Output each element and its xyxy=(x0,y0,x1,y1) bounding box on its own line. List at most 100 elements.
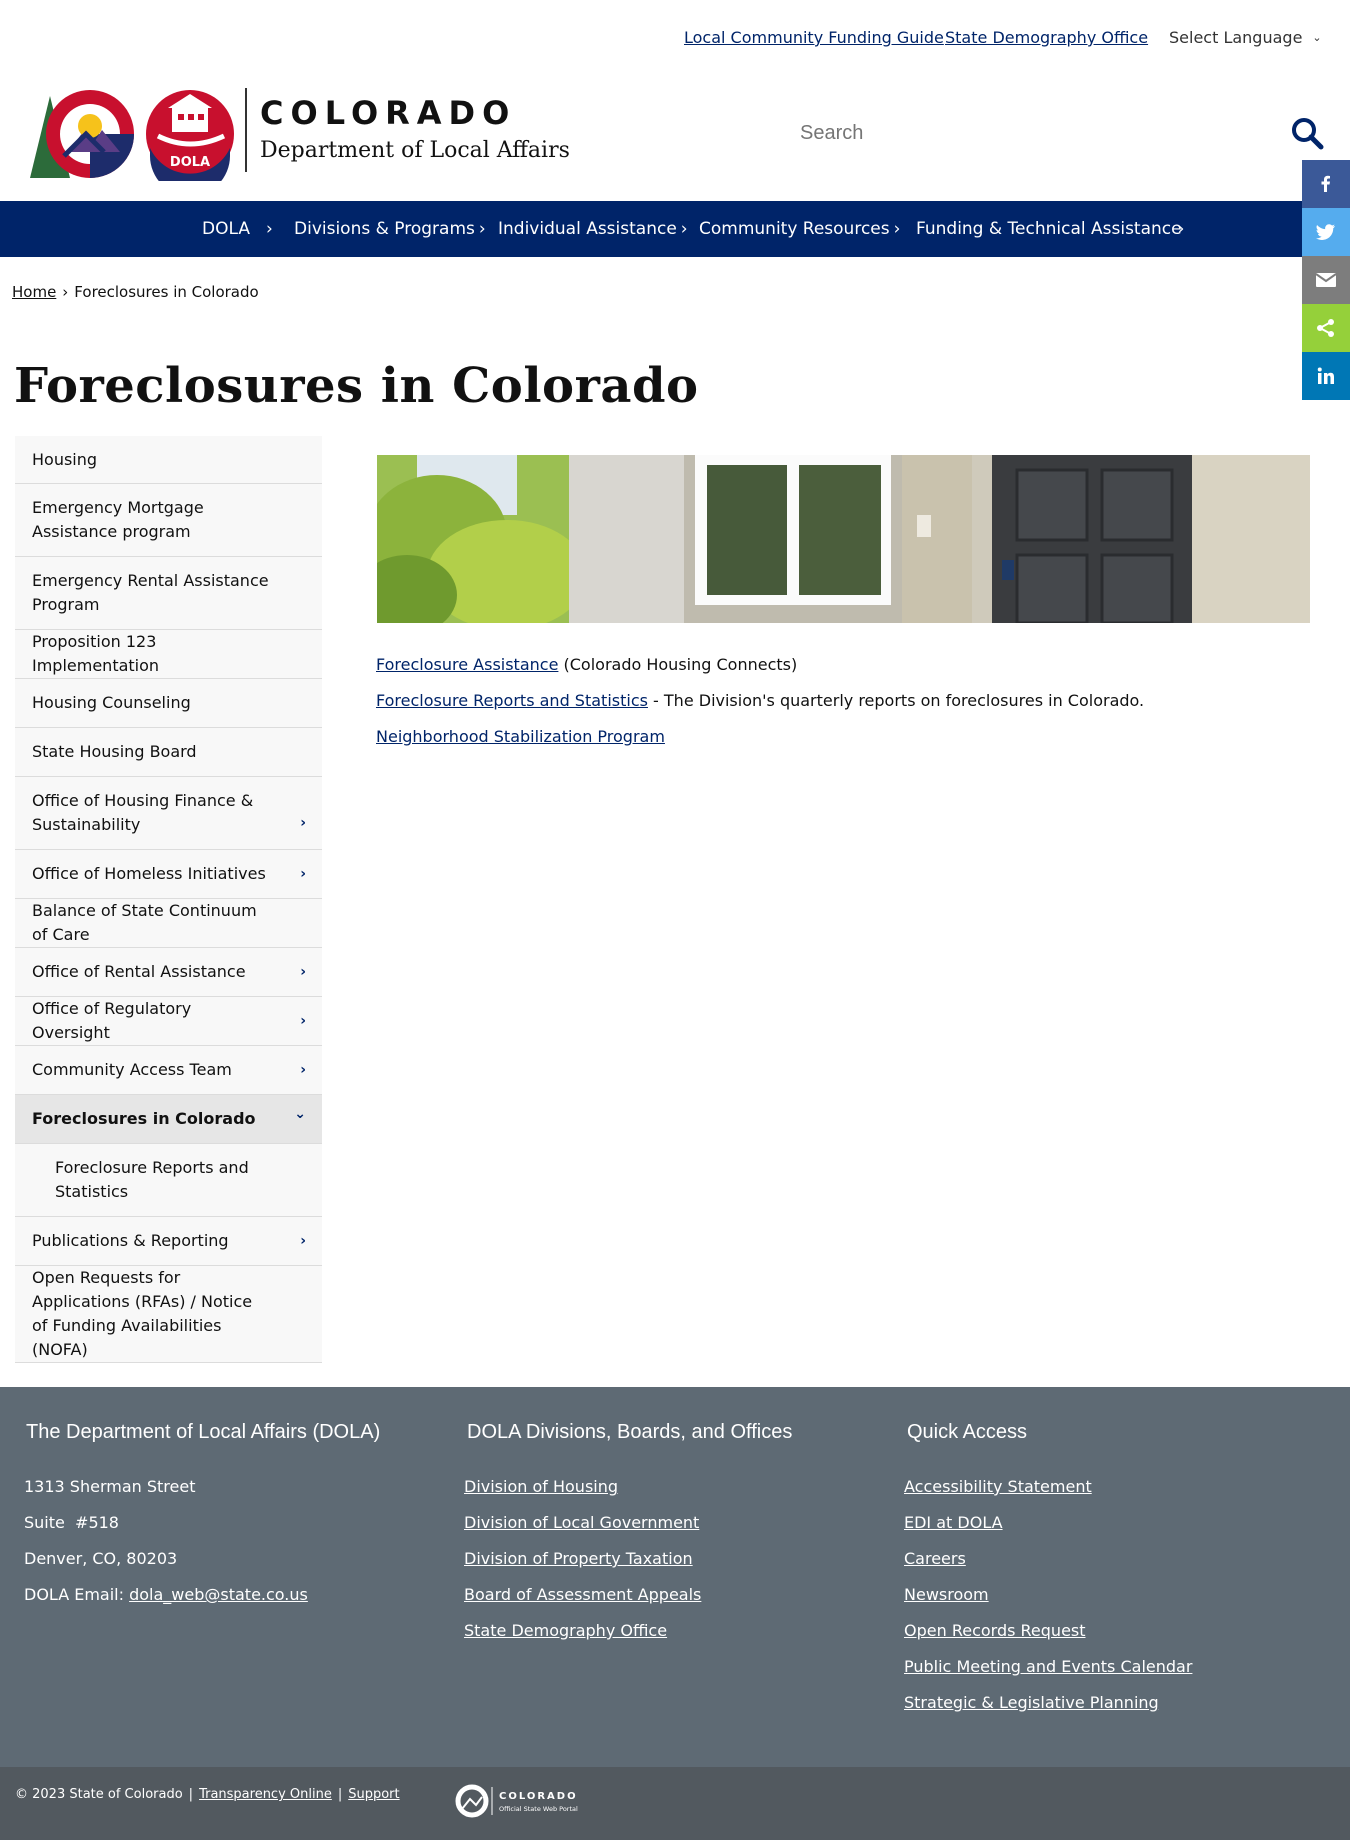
search-icon[interactable] xyxy=(1290,116,1324,150)
footer-link-edi[interactable]: EDI at DOLA xyxy=(904,1513,1003,1532)
search-input[interactable] xyxy=(800,110,1280,156)
local-community-funding-guide-link[interactable]: Local Community Funding Guide xyxy=(684,28,944,47)
sidebar-item-label: Balance of State Continuum of Care xyxy=(32,901,257,944)
footer-email-link[interactable]: dola_web@state.co.us xyxy=(129,1585,308,1604)
chevron-right-icon[interactable]: › xyxy=(300,1058,306,1082)
sidebar-item-label: State Housing Board xyxy=(32,742,197,761)
foreclosure-reports-link[interactable]: Foreclosure Reports and Statistics xyxy=(376,691,648,710)
facebook-share-button[interactable] xyxy=(1302,160,1350,208)
footer-address-line2: Suite #518 xyxy=(24,1513,119,1532)
chevron-right-icon: › xyxy=(265,219,273,239)
footer-col1-title: The Department of Local Affairs (DOLA) xyxy=(26,1421,381,1443)
sidebar-item-label: Office of Regulatory Oversight xyxy=(32,999,192,1042)
sidebar-item-label: Community Access Team xyxy=(32,1060,232,1079)
footer-link-strategic-planning[interactable]: Strategic & Legislative Planning xyxy=(904,1693,1159,1712)
support-link[interactable]: Support xyxy=(348,1787,399,1802)
nav-item-community-resources[interactable]: Community Resources › xyxy=(699,219,900,239)
sidebar-item-community-access-team[interactable]: Community Access Team › xyxy=(15,1046,322,1095)
sidebar-item-label: Housing xyxy=(32,449,98,469)
footer-link-newsroom[interactable]: Newsroom xyxy=(904,1585,989,1604)
house-front-door-image xyxy=(377,455,1310,623)
chevron-down-icon[interactable]: ⌄ xyxy=(294,1102,306,1126)
sidebar-item-emergency-rental[interactable]: Emergency Rental Assistance Program xyxy=(15,557,322,630)
sidebar-item-open-requests[interactable]: Open Requests for Applications (RFAs) / … xyxy=(15,1266,322,1363)
chevron-right-icon[interactable]: › xyxy=(300,811,306,835)
sidebar-item-foreclosures[interactable]: Foreclosures in Colorado ⌄ xyxy=(15,1095,322,1144)
content-text: (Colorado Housing Connects) xyxy=(558,655,798,674)
sidebar-item-label: Foreclosures in Colorado xyxy=(32,1109,256,1128)
nav-item-label: Funding & Technical Assistance xyxy=(916,219,1182,239)
linkedin-icon xyxy=(1317,367,1334,384)
twitter-share-button[interactable] xyxy=(1302,208,1350,256)
footer-link-accessibility[interactable]: Accessibility Statement xyxy=(904,1477,1092,1496)
sidebar-item-label: Office of Housing Finance & Sustainabili… xyxy=(32,791,254,834)
breadcrumb-home-link[interactable]: Home xyxy=(12,283,56,301)
logo-dola-text: DOLA xyxy=(170,155,210,170)
footer-link-events-calendar[interactable]: Public Meeting and Events Calendar xyxy=(904,1657,1192,1676)
sidebar-item-publications-reporting[interactable]: Publications & Reporting › xyxy=(15,1217,322,1266)
chevron-right-icon[interactable]: › xyxy=(300,862,306,886)
sidebar-item-continuum-of-care[interactable]: Balance of State Continuum of Care xyxy=(15,899,322,948)
chevron-right-icon: › xyxy=(893,219,901,239)
utility-bar: Local Community Funding Guide State Demo… xyxy=(0,0,1350,76)
nav-item-dola[interactable]: DOLA › xyxy=(202,219,273,239)
sidebar-nav: Housing Emergency Mortgage Assistance pr… xyxy=(15,436,322,1363)
sidebar-item-proposition-123[interactable]: Proposition 123 Implementation xyxy=(15,630,322,679)
chevron-right-icon[interactable]: › xyxy=(300,1229,306,1253)
sidebar-item-label: Foreclosure Reports and Statistics xyxy=(55,1158,249,1201)
sidebar-item-label: Publications & Reporting xyxy=(32,1231,229,1250)
sidebar-item-regulatory-oversight[interactable]: Office of Regulatory Oversight › xyxy=(15,997,322,1046)
colorado-official-portal-logo[interactable]: COLORADO Official State Web Portal xyxy=(454,1783,594,1819)
footer-link-open-records[interactable]: Open Records Request xyxy=(904,1621,1086,1640)
footer-link-state-demography-office[interactable]: State Demography Office xyxy=(464,1621,667,1640)
site-footer: The Department of Local Affairs (DOLA) 1… xyxy=(0,1387,1350,1767)
sidebar-item-rental-assistance[interactable]: Office of Rental Assistance › xyxy=(15,948,322,997)
main-nav: DOLA › Divisions & Programs › Individual A… xyxy=(0,201,1350,257)
chevron-right-icon: › xyxy=(680,219,688,239)
facebook-icon xyxy=(1321,175,1330,192)
language-select[interactable]: Select Language ⌄ xyxy=(1169,28,1322,47)
portal-logo-title: COLORADO xyxy=(499,1791,578,1802)
state-demography-office-link[interactable]: State Demography Office xyxy=(945,28,1148,47)
chevron-right-icon[interactable]: › xyxy=(300,960,306,984)
sidebar-item-label: Office of Rental Assistance xyxy=(32,962,246,981)
sidebar-item-homeless-initiatives[interactable]: Office of Homeless Initiatives › xyxy=(15,850,322,899)
sidebar-item-label: Office of Homeless Initiatives xyxy=(32,864,266,883)
linkedin-share-button[interactable] xyxy=(1302,352,1350,400)
footer-link-division-of-property-taxation[interactable]: Division of Property Taxation xyxy=(464,1549,693,1568)
sidebar-item-emergency-mortgage[interactable]: Emergency Mortgage Assistance program xyxy=(15,484,322,557)
copyright-line: © 2023 State of Colorado | Transparency On… xyxy=(15,1787,400,1802)
chevron-right-icon: › xyxy=(478,219,486,239)
chevron-right-icon[interactable]: › xyxy=(300,1009,306,1033)
email-share-button[interactable] xyxy=(1302,256,1350,304)
nav-item-label: Individual Assistance xyxy=(498,219,677,239)
sharethis-share-button[interactable] xyxy=(1302,304,1350,352)
sidebar-item-label: Housing Counseling xyxy=(32,693,191,712)
nav-item-funding-technical-assistance[interactable]: Funding & Technical Assistance› xyxy=(916,219,1184,239)
sidebar-item-housing-counseling[interactable]: Housing Counseling xyxy=(15,679,322,728)
footer-link-board-of-assessment-appeals[interactable]: Board of Assessment Appeals xyxy=(464,1585,701,1604)
transparency-online-link[interactable]: Transparency Online xyxy=(199,1787,332,1802)
nav-item-label: Divisions & Programs xyxy=(294,219,475,239)
colorado-dola-logo[interactable]: DOLA xyxy=(28,86,238,181)
content-line-foreclosure-assistance: Foreclosure Assistance (Colorado Housing… xyxy=(376,655,797,674)
footer-link-careers[interactable]: Careers xyxy=(904,1549,966,1568)
nav-item-individual-assistance[interactable]: Individual Assistance › xyxy=(498,219,688,239)
twitter-icon xyxy=(1316,224,1335,240)
sub-footer: © 2023 State of Colorado | Transparency On… xyxy=(0,1767,1350,1840)
footer-link-division-of-housing[interactable]: Division of Housing xyxy=(464,1477,618,1496)
foreclosure-assistance-link[interactable]: Foreclosure Assistance xyxy=(376,655,558,674)
neighborhood-stabilization-link[interactable]: Neighborhood Stabilization Program xyxy=(376,727,665,746)
nav-item-divisions-programs[interactable]: Divisions & Programs › xyxy=(294,219,486,239)
breadcrumb-separator: › xyxy=(62,283,69,301)
sidebar-item-state-housing-board[interactable]: State Housing Board xyxy=(15,728,322,777)
page-title: Foreclosures in Colorado xyxy=(14,358,699,414)
brand-title: COLORADO xyxy=(260,94,517,132)
sidebar-subitem-foreclosure-reports[interactable]: Foreclosure Reports and Statistics xyxy=(15,1144,322,1217)
share-icon xyxy=(1317,319,1334,337)
footer-link-division-of-local-government[interactable]: Division of Local Government xyxy=(464,1513,699,1532)
separator: | xyxy=(337,1787,343,1802)
footer-col2-title: DOLA Divisions, Boards, and Offices xyxy=(467,1421,793,1443)
sidebar-item-housing[interactable]: Housing xyxy=(15,436,322,484)
sidebar-item-housing-finance[interactable]: Office of Housing Finance & Sustainabili… xyxy=(15,777,322,850)
